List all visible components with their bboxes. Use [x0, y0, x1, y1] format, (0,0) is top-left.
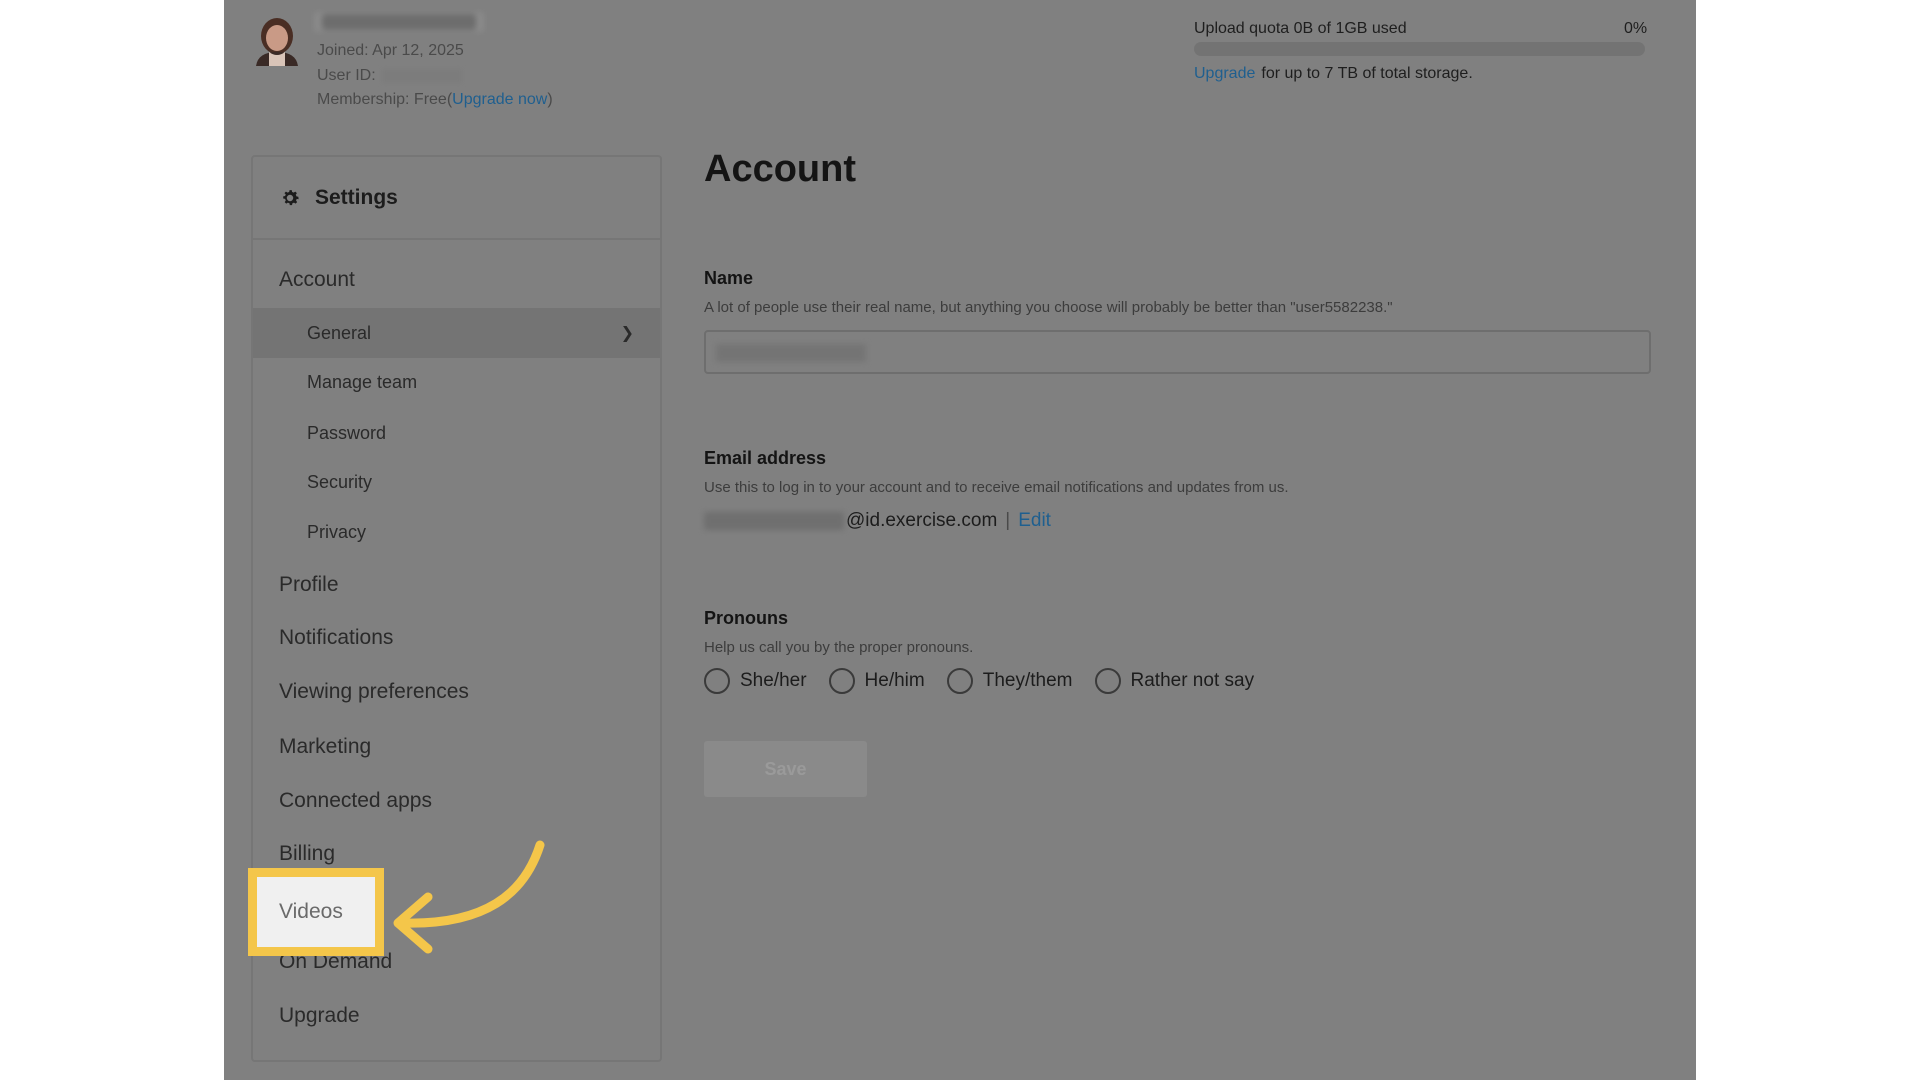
membership-suffix: ) [547, 91, 553, 108]
sidebar-item-marketing[interactable]: Marketing [253, 735, 660, 759]
name-label: Name [704, 268, 754, 288]
sidebar-item-videos[interactable]: Videos [248, 868, 384, 956]
gear-icon [283, 189, 299, 205]
callout-arrow-icon [393, 840, 545, 954]
pronoun-option-she-her[interactable]: She/her [704, 668, 807, 694]
email-value-row: @id.exercise.com | Edit [704, 510, 1051, 532]
sidebar-item-notifications[interactable]: Notifications [253, 626, 660, 650]
pronouns-help: Help us call you by the proper pronouns. [704, 639, 974, 656]
pronoun-option-they-them[interactable]: They/them [946, 668, 1073, 694]
email-separator: | [1005, 510, 1011, 531]
page-title: Account [704, 148, 856, 190]
sidebar-subitem-password[interactable]: Password [253, 423, 660, 444]
pronoun-option-he-him[interactable]: He/him [828, 668, 925, 694]
email-domain: @id.exercise.com [846, 510, 998, 531]
pronoun-option-label: He/him [864, 670, 925, 691]
email-label: Email address [704, 448, 827, 468]
upload-quota-label: Upload quota 0B of 1GB used [1194, 20, 1407, 37]
pronoun-option-label: They/them [982, 670, 1073, 691]
upload-quota-percent: 0% [1624, 20, 1648, 37]
page-overlay: Joined: Apr 12, 2025 User ID: Membership… [224, 0, 1696, 1080]
pronoun-option-rather-not-say[interactable]: Rather not say [1094, 668, 1255, 694]
upgrade-link[interactable]: Upgrade [1194, 65, 1255, 82]
email-help: Use this to log in to your account and t… [704, 479, 1289, 496]
joined-date: Joined: Apr 12, 2025 [317, 42, 464, 59]
upload-quota-note: Upgrade for up to 7 TB of total storage. [1194, 65, 1473, 83]
user-id-label: User ID: [317, 67, 376, 84]
name-help: A lot of people use their real name, but… [704, 299, 1393, 316]
pronouns-radio-group: She/her He/him They/them Rather not say [704, 668, 1276, 694]
membership: Membership: Free(Upgrade now) [317, 91, 553, 109]
radio-circle-icon[interactable] [828, 668, 855, 694]
sidebar-subitem-privacy[interactable]: Privacy [253, 522, 660, 543]
email-edit-link[interactable]: Edit [1018, 510, 1051, 532]
radio-circle-icon[interactable] [1094, 668, 1121, 694]
pronoun-option-label: She/her [740, 670, 807, 691]
chevron-right-icon: ❯ [620, 325, 634, 342]
user-id: User ID: [317, 67, 462, 85]
user-id-redacted [381, 68, 462, 83]
settings-title: Settings [315, 185, 398, 209]
radio-circle-icon[interactable] [704, 668, 730, 694]
save-button[interactable]: Save [704, 741, 867, 797]
sidebar-item-viewing-preferences[interactable]: Viewing preferences [253, 680, 660, 704]
name-input[interactable] [704, 330, 1651, 374]
avatar [256, 18, 298, 66]
sidebar-item-connected-apps[interactable]: Connected apps [253, 789, 660, 813]
sidebar-header: Settings [253, 157, 660, 240]
sidebar-subitem-label: General [307, 322, 372, 343]
user-name-redacted [314, 12, 484, 32]
sidebar-item-upgrade[interactable]: Upgrade [253, 1004, 660, 1028]
email-local-redacted [704, 512, 844, 530]
upload-quota-bar [1194, 42, 1645, 56]
pronouns-label: Pronouns [704, 608, 788, 628]
sidebar-subitem-manage-team[interactable]: Manage team [253, 372, 660, 393]
pronoun-option-label: Rather not say [1130, 670, 1255, 691]
radio-circle-icon[interactable] [946, 668, 973, 694]
sidebar-subitem-general[interactable]: General ❯ [253, 308, 660, 358]
quota-note-text: for up to 7 TB of total storage. [1261, 65, 1473, 82]
sidebar-item-profile[interactable]: Profile [253, 573, 660, 597]
membership-text: Membership: Free( [317, 91, 453, 108]
sidebar-subitem-security[interactable]: Security [253, 472, 660, 493]
name-value-redacted [716, 344, 866, 362]
sidebar-item-account[interactable]: Account [253, 268, 660, 292]
upgrade-now-link[interactable]: Upgrade now [452, 91, 547, 108]
